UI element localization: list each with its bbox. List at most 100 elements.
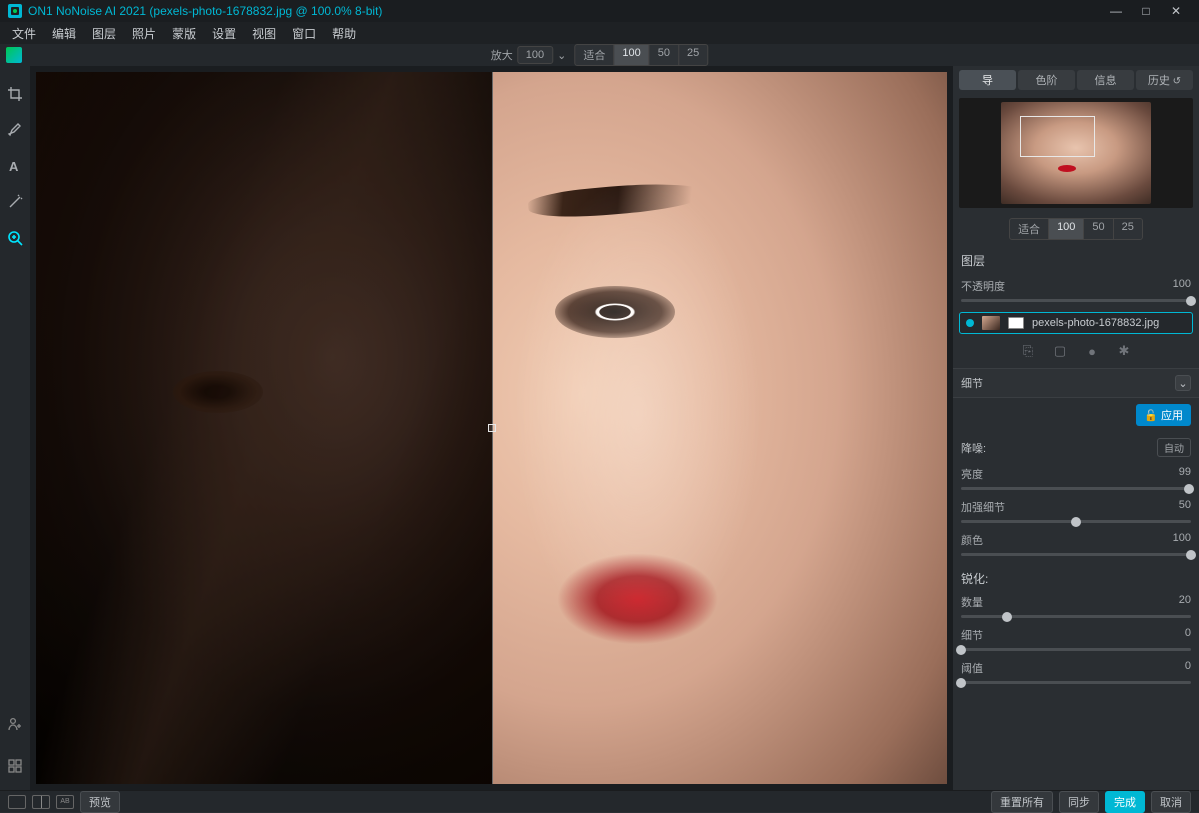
user-tool-icon[interactable] xyxy=(5,714,25,734)
nav-zoom-25[interactable]: 25 xyxy=(1114,219,1142,239)
split-view-icon[interactable] xyxy=(32,795,50,809)
navigator-viewport[interactable] xyxy=(1020,116,1095,158)
color-label: 颜色 xyxy=(961,532,983,548)
layer-visibility-icon[interactable] xyxy=(966,319,974,327)
opacity-label: 不透明度 xyxy=(961,278,1005,294)
amount-label: 数量 xyxy=(961,594,983,610)
zoom-value[interactable]: 100 xyxy=(518,47,552,63)
nav-fit-button[interactable]: 适合 xyxy=(1010,219,1049,239)
cancel-button[interactable]: 取消 xyxy=(1151,791,1191,813)
noise-title: 降噪: xyxy=(961,440,986,456)
chevron-down-icon[interactable]: ⌄ xyxy=(1175,375,1191,391)
maximize-button[interactable]: □ xyxy=(1131,4,1161,18)
reset-all-button[interactable]: 重置所有 xyxy=(991,791,1053,813)
enhance-value: 50 xyxy=(1179,499,1191,515)
opacity-value: 100 xyxy=(1173,278,1191,294)
zoom-100-button[interactable]: 100 xyxy=(614,45,649,65)
layer-filename: pexels-photo-1678832.jpg xyxy=(1032,317,1159,329)
layer-actions: ⎘ ▢ ● ✱ xyxy=(953,338,1199,368)
amount-slider[interactable] xyxy=(961,615,1191,618)
zoom-25-button[interactable]: 25 xyxy=(679,45,707,65)
wand-tool-icon[interactable] xyxy=(5,192,25,212)
sharp-detail-value: 0 xyxy=(1185,627,1191,643)
split-handle[interactable] xyxy=(488,424,496,432)
apply-button[interactable]: 🔓 应用 xyxy=(1136,404,1191,426)
detail-section-header[interactable]: 细节 ⌄ xyxy=(953,368,1199,398)
threshold-label: 阈值 xyxy=(961,660,983,676)
close-button[interactable]: ✕ xyxy=(1161,4,1191,18)
enhance-label: 加强细节 xyxy=(961,499,1005,515)
threshold-slider[interactable] xyxy=(961,681,1191,684)
zoom-dropdown-icon[interactable]: ⌄ xyxy=(557,49,566,62)
compare-mode-group xyxy=(8,795,74,809)
text-tool-icon[interactable]: A xyxy=(5,156,25,176)
lock-icon: 🔓 xyxy=(1144,409,1158,422)
secondary-toolbar: 放大 100 ⌄ 适合 100 50 25 xyxy=(0,44,1199,66)
menu-file[interactable]: 文件 xyxy=(4,25,44,42)
enhance-slider[interactable] xyxy=(961,520,1191,523)
tab-info[interactable]: 信息 xyxy=(1077,70,1134,90)
tab-history[interactable]: 历史 xyxy=(1136,70,1193,90)
color-value: 100 xyxy=(1173,532,1191,548)
tab-histogram[interactable]: 色阶 xyxy=(1018,70,1075,90)
fit-presets: 适合 100 50 25 xyxy=(574,44,708,66)
zoom-control[interactable]: 放大 100 ⌄ xyxy=(491,46,567,64)
titlebar: ON1 NoNoise AI 2021 (pexels-photo-167883… xyxy=(0,0,1199,22)
layer-merge-icon[interactable]: ▢ xyxy=(1053,344,1067,358)
window-title: ON1 NoNoise AI 2021 (pexels-photo-167883… xyxy=(28,4,1101,18)
tab-navigator[interactable]: 导 xyxy=(959,70,1016,90)
zoom-50-button[interactable]: 50 xyxy=(650,45,679,65)
layer-copy-icon[interactable]: ⎘ xyxy=(1021,344,1035,358)
sharpen-title: 锐化: xyxy=(953,562,1199,591)
sharp-detail-label: 细节 xyxy=(961,627,983,643)
opacity-row: 不透明度 100 xyxy=(953,275,1199,308)
sync-button[interactable]: 同步 xyxy=(1059,791,1099,813)
menu-view[interactable]: 视图 xyxy=(244,25,284,42)
nav-zoom-50[interactable]: 50 xyxy=(1084,219,1113,239)
done-button[interactable]: 完成 xyxy=(1105,791,1145,813)
app-icon xyxy=(8,4,22,18)
image-preview[interactable] xyxy=(36,72,947,784)
single-view-icon[interactable] xyxy=(8,795,26,809)
apply-label: 应用 xyxy=(1161,407,1183,423)
fit-button[interactable]: 适合 xyxy=(575,45,614,65)
zoom-tool-icon[interactable] xyxy=(5,228,25,248)
menu-mask[interactable]: 蒙版 xyxy=(164,25,204,42)
bottom-bar: 预览 重置所有 同步 完成 取消 xyxy=(0,790,1199,812)
layer-item[interactable]: pexels-photo-1678832.jpg xyxy=(959,312,1193,334)
opacity-slider[interactable] xyxy=(961,299,1191,302)
right-panel: 导 色阶 信息 历史 适合 100 50 25 图层 不透明度 100 xyxy=(953,66,1199,790)
zoom-label: 放大 xyxy=(491,47,513,63)
layer-thumbnail xyxy=(982,316,1000,330)
layer-mask-icon[interactable] xyxy=(1008,317,1024,329)
after-image xyxy=(492,72,948,784)
menu-help[interactable]: 帮助 xyxy=(324,25,364,42)
luminance-slider[interactable] xyxy=(961,487,1191,490)
crop-tool-icon[interactable] xyxy=(5,84,25,104)
luminance-value: 99 xyxy=(1179,466,1191,482)
menu-layer[interactable]: 图层 xyxy=(84,25,124,42)
menu-settings[interactable]: 设置 xyxy=(204,25,244,42)
menu-edit[interactable]: 编辑 xyxy=(44,25,84,42)
svg-text:A: A xyxy=(9,159,19,174)
layer-gear-icon[interactable]: ✱ xyxy=(1117,344,1131,358)
brand-logo-icon xyxy=(6,47,22,63)
luminance-label: 亮度 xyxy=(961,466,983,482)
menu-window[interactable]: 窗口 xyxy=(284,25,324,42)
brush-tool-icon[interactable] xyxy=(5,120,25,140)
layers-section-title: 图层 xyxy=(953,246,1199,275)
preview-button[interactable]: 预览 xyxy=(80,791,120,813)
presets-tool-icon[interactable] xyxy=(5,756,25,776)
navigator-preview[interactable] xyxy=(959,98,1193,208)
layer-circle-icon[interactable]: ● xyxy=(1085,344,1099,358)
minimize-button[interactable]: — xyxy=(1101,4,1131,18)
sharp-detail-slider[interactable] xyxy=(961,648,1191,651)
menu-photo[interactable]: 照片 xyxy=(124,25,164,42)
threshold-value: 0 xyxy=(1185,660,1191,676)
auto-button[interactable]: 自动 xyxy=(1157,438,1191,457)
ab-view-icon[interactable] xyxy=(56,795,74,809)
nav-zoom-100[interactable]: 100 xyxy=(1049,219,1084,239)
before-image xyxy=(36,72,492,784)
canvas[interactable] xyxy=(30,66,953,790)
color-slider[interactable] xyxy=(961,553,1191,556)
